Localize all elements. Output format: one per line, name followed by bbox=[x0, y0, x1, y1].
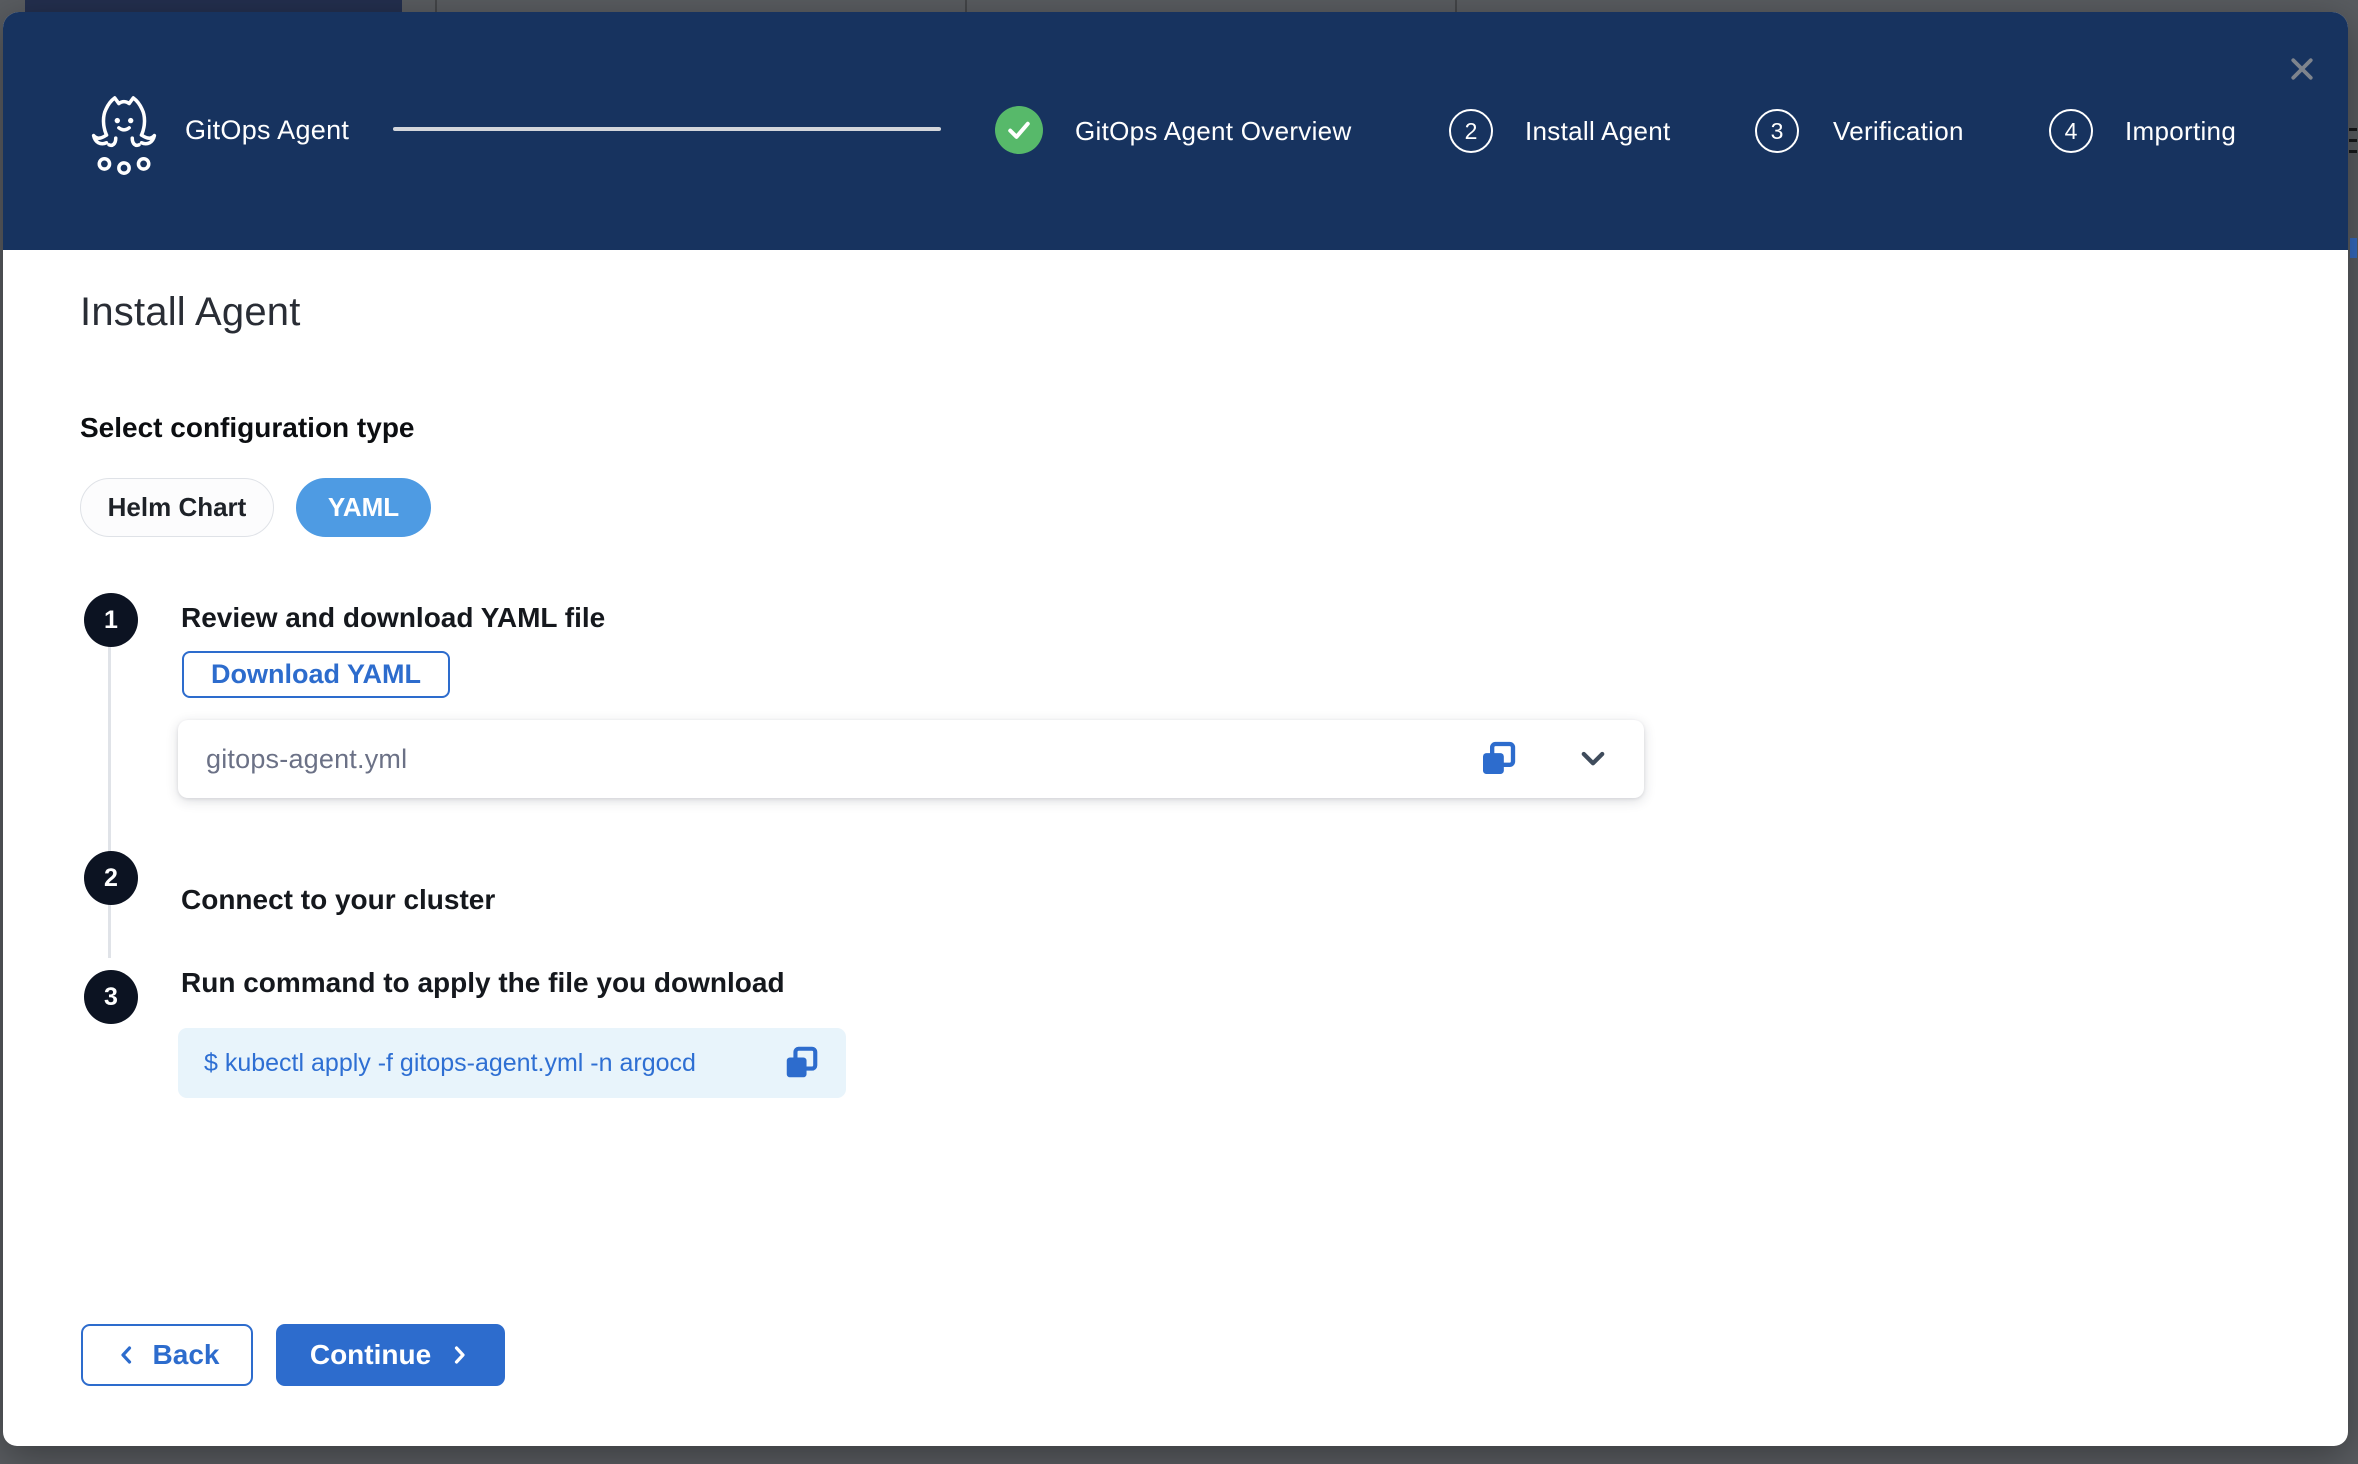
kubectl-command-box: $ kubectl apply -f gitops-agent.yml -n a… bbox=[178, 1028, 846, 1098]
config-option-helm-chart[interactable]: Helm Chart bbox=[80, 478, 274, 537]
back-button-label: Back bbox=[153, 1339, 220, 1371]
body-step-2-title: Connect to your cluster bbox=[181, 884, 495, 916]
gitops-agent-logo-icon bbox=[91, 88, 157, 180]
config-type-label: Select configuration type bbox=[80, 412, 415, 444]
wizard-step-verification[interactable]: Verification bbox=[1833, 116, 1964, 147]
chevron-down-icon[interactable] bbox=[1576, 742, 1610, 776]
wizard-step-install-agent[interactable]: Install Agent bbox=[1525, 116, 1671, 147]
copy-icon[interactable] bbox=[782, 1044, 820, 1082]
yaml-file-name: gitops-agent.yml bbox=[206, 744, 1478, 775]
wizard-step-2-circle[interactable]: 2 bbox=[1449, 109, 1493, 153]
continue-button[interactable]: Continue bbox=[276, 1324, 505, 1386]
tab-divider bbox=[965, 0, 967, 12]
wizard-step-3-circle[interactable]: 3 bbox=[1755, 109, 1799, 153]
body-step-1-title: Review and download YAML file bbox=[181, 602, 605, 634]
wizard-step-4-circle[interactable]: 4 bbox=[2049, 109, 2093, 153]
close-icon[interactable] bbox=[2281, 48, 2323, 90]
browser-tab-strip bbox=[0, 0, 2358, 12]
copy-icon[interactable] bbox=[1478, 739, 1518, 779]
menu-icon bbox=[2349, 139, 2357, 142]
page-title: Install Agent bbox=[80, 290, 301, 335]
menu-icon bbox=[2349, 150, 2357, 153]
menu-icon bbox=[2349, 128, 2357, 131]
step-connector-line bbox=[108, 633, 111, 958]
wizard-step-importing[interactable]: Importing bbox=[2125, 116, 2236, 147]
gitops-agent-wizard-modal: GitOps Agent GitOps Agent Overview 2 Ins… bbox=[3, 12, 2348, 1446]
config-option-yaml[interactable]: YAML bbox=[296, 478, 431, 537]
chevron-right-icon bbox=[447, 1343, 471, 1367]
download-yaml-button[interactable]: Download YAML bbox=[182, 651, 450, 698]
wizard-step-overview[interactable]: GitOps Agent Overview bbox=[1075, 116, 1352, 147]
chevron-left-icon bbox=[115, 1343, 139, 1367]
tab-divider bbox=[1455, 0, 1457, 12]
continue-button-label: Continue bbox=[310, 1339, 431, 1371]
body-step-2-circle: 2 bbox=[84, 851, 138, 905]
back-button[interactable]: Back bbox=[81, 1324, 253, 1386]
browser-active-tab bbox=[25, 0, 402, 12]
wizard-title: GitOps Agent bbox=[185, 115, 349, 146]
yaml-file-card[interactable]: gitops-agent.yml bbox=[178, 720, 1644, 798]
body-step-3-circle: 3 bbox=[84, 970, 138, 1024]
kubectl-command: $ kubectl apply -f gitops-agent.yml -n a… bbox=[204, 1049, 782, 1078]
step-complete-check-icon bbox=[995, 106, 1043, 154]
tab-divider bbox=[435, 0, 437, 12]
body-step-3-title: Run command to apply the file you downlo… bbox=[181, 967, 785, 999]
wizard-header: GitOps Agent GitOps Agent Overview 2 Ins… bbox=[3, 12, 2348, 250]
progress-line bbox=[393, 127, 941, 131]
body-step-1-circle: 1 bbox=[84, 593, 138, 647]
background-page-fragment bbox=[2350, 238, 2357, 258]
